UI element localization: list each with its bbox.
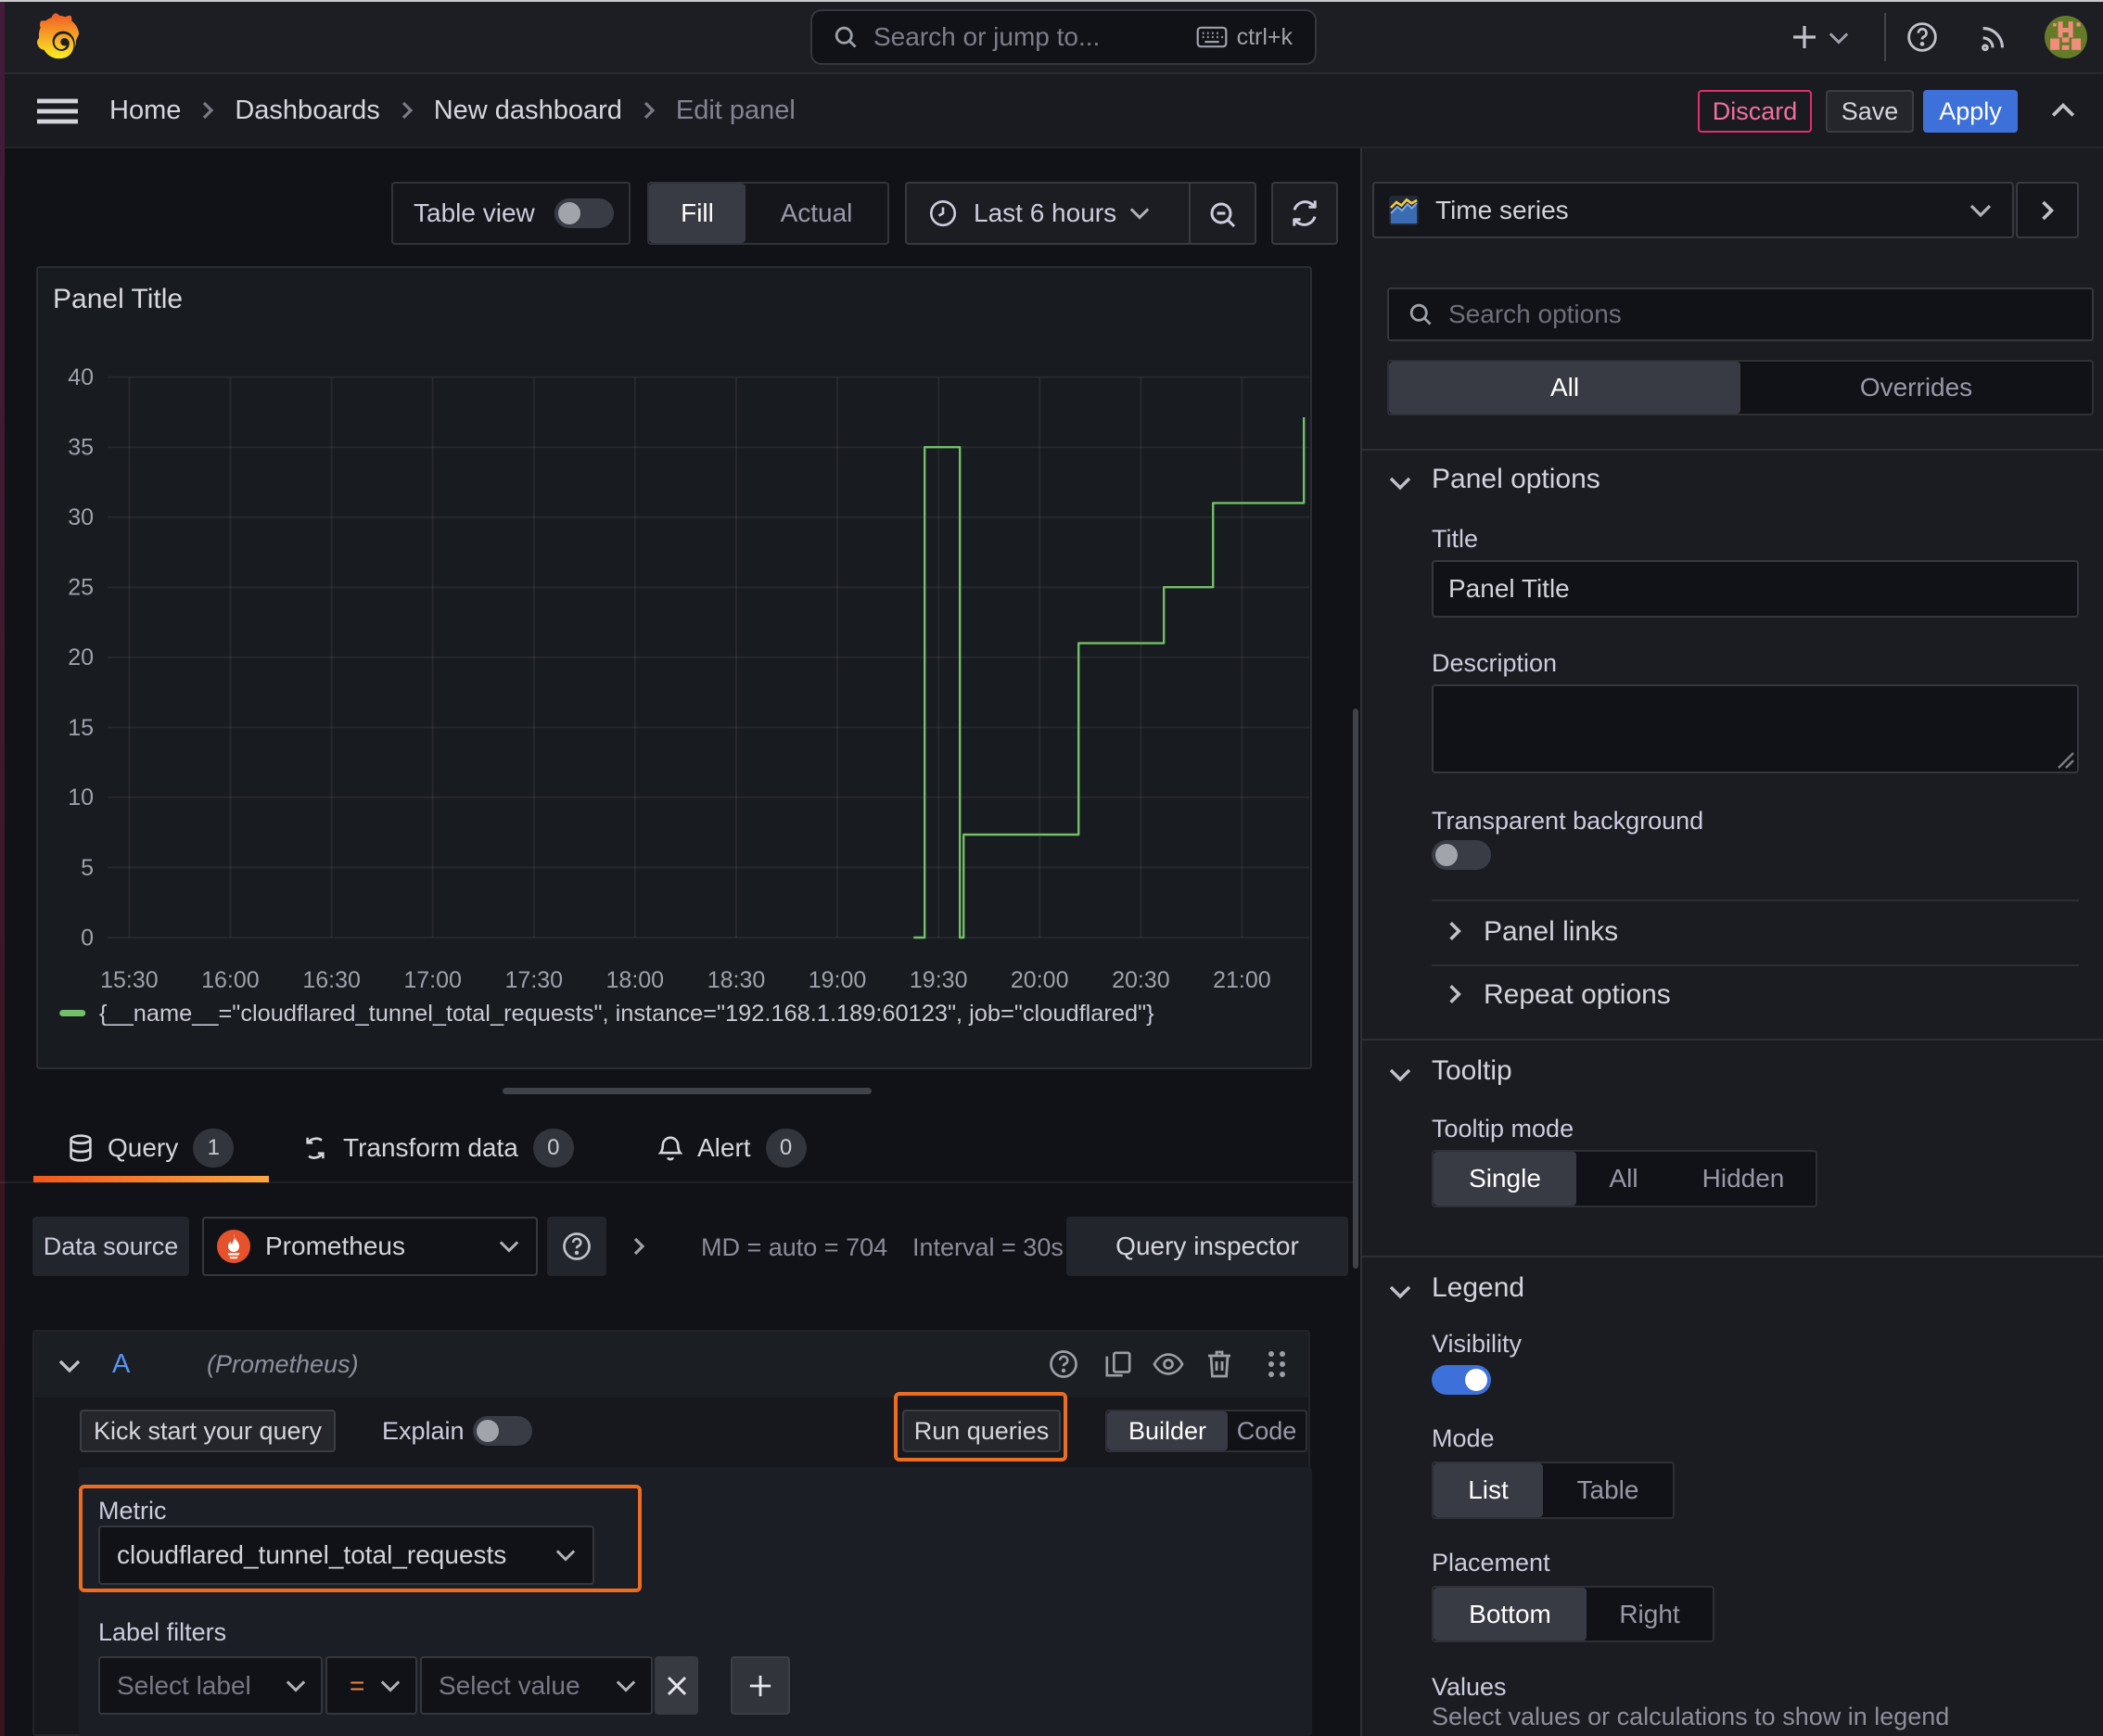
svg-text:20: 20 [68,645,94,670]
svg-text:20:00: 20:00 [1011,967,1069,993]
svg-text:30: 30 [68,504,94,530]
svg-text:15:30: 15:30 [100,967,159,993]
svg-text:18:30: 18:30 [707,967,766,993]
svg-text:21:00: 21:00 [1213,967,1271,993]
svg-text:10: 10 [68,785,94,811]
svg-text:16:00: 16:00 [201,967,260,993]
svg-text:19:30: 19:30 [910,967,968,993]
svg-text:5: 5 [81,855,94,881]
svg-text:19:00: 19:00 [809,967,867,993]
svg-text:18:00: 18:00 [606,967,665,993]
svg-text:25: 25 [68,575,94,601]
svg-text:0: 0 [81,925,94,951]
svg-text:20:30: 20:30 [1112,967,1170,993]
svg-text:17:00: 17:00 [403,967,462,993]
svg-text:15: 15 [68,715,94,741]
svg-text:35: 35 [68,435,94,461]
svg-text:{__name__="cloudflared_tunnel_: {__name__="cloudflared_tunnel_total_requ… [99,1001,1154,1027]
svg-text:40: 40 [68,364,94,390]
svg-text:16:30: 16:30 [302,967,361,993]
svg-text:17:30: 17:30 [505,967,564,993]
